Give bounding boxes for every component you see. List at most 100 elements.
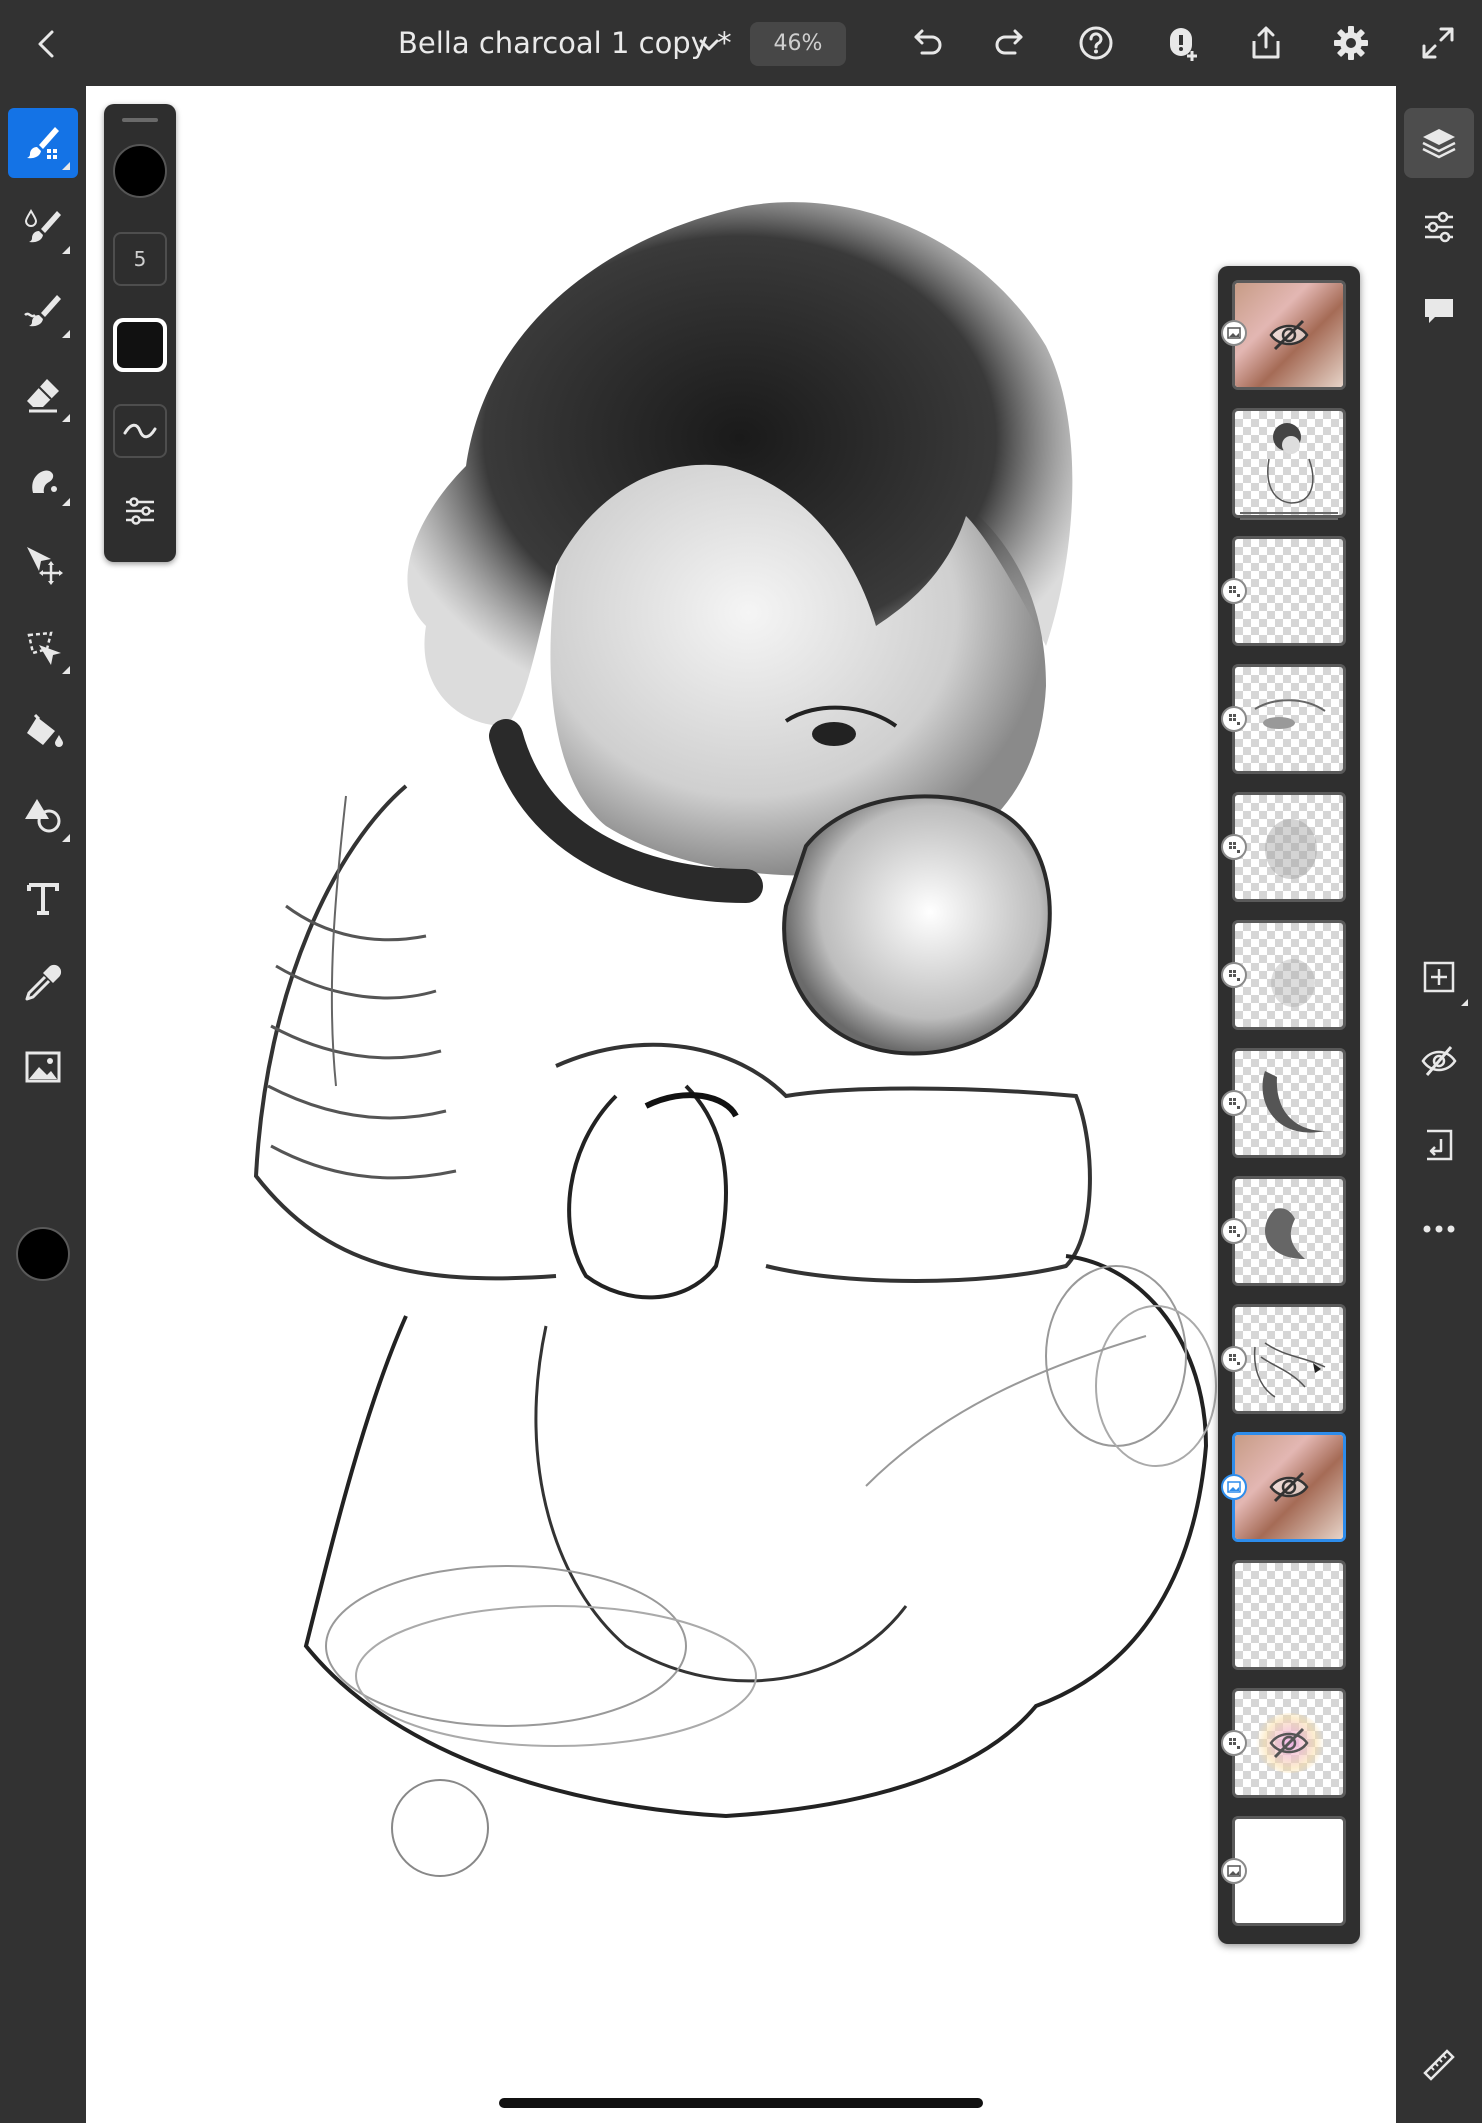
eraser-icon (27, 379, 59, 413)
panel-grip[interactable] (122, 118, 158, 122)
pixel-layer-icon (1221, 578, 1247, 604)
layers-button[interactable] (1404, 108, 1474, 178)
liquify-tool[interactable] (8, 444, 78, 514)
image-tool[interactable] (8, 1032, 78, 1102)
brush-options-panel: 5 (104, 104, 176, 562)
brush-size-value[interactable]: 5 (113, 232, 167, 286)
adjustments-button[interactable] (1404, 192, 1474, 262)
smoothing-wave-icon (123, 423, 157, 439)
merge-down-icon (1427, 1129, 1453, 1161)
help-icon (1079, 26, 1113, 60)
layer-thumbnail[interactable] (1232, 1048, 1346, 1158)
pixel-layer-icon (1221, 706, 1247, 732)
chevron-left-icon (38, 30, 54, 58)
comment-icon (1425, 299, 1453, 323)
liquify-icon (32, 470, 57, 493)
paint-brush-tool[interactable] (8, 192, 78, 262)
fill-icon (27, 713, 63, 747)
layer-thumbnail-background[interactable] (1232, 1816, 1346, 1926)
shape-icon (25, 799, 61, 833)
layers-icon (1422, 129, 1456, 159)
fullscreen-button[interactable] (1416, 21, 1460, 65)
brush-size-preview[interactable] (113, 144, 167, 198)
brush-select-icon (27, 127, 59, 159)
paint-brush-icon (24, 209, 61, 243)
layer-thumbnail[interactable] (1232, 920, 1346, 1030)
lasso-tool[interactable] (8, 612, 78, 682)
eraser-tool[interactable] (8, 360, 78, 430)
document-menu-button[interactable] (694, 30, 724, 60)
layer-thumbnail[interactable] (1232, 280, 1346, 390)
top-bar: Bella charcoal 1 copy * 46% (0, 0, 1482, 86)
pixel-layer-icon (1221, 1218, 1247, 1244)
comments-button[interactable] (1404, 276, 1474, 346)
layer-thumbnail[interactable] (1232, 408, 1346, 518)
chevron-down-icon (699, 39, 719, 51)
layer-thumbnail[interactable] (1232, 1176, 1346, 1286)
settings-button[interactable] (1329, 21, 1373, 65)
pixel-layer-icon (1221, 834, 1247, 860)
add-user-icon (1170, 28, 1197, 61)
gear-icon (1334, 26, 1368, 60)
document-title[interactable]: Bella charcoal 1 copy * (398, 26, 732, 60)
redo-button[interactable] (989, 21, 1033, 65)
home-indicator[interactable] (499, 2098, 983, 2108)
layer-thumbnail-selected[interactable] (1232, 1432, 1346, 1542)
text-icon (27, 883, 59, 915)
move-tool[interactable] (8, 528, 78, 598)
brush-settings-button[interactable] (113, 484, 167, 538)
right-toolbar (1396, 86, 1482, 2123)
merge-layer-button[interactable] (1404, 1110, 1474, 1180)
hide-layer-button[interactable] (1404, 1026, 1474, 1096)
text-tool[interactable] (8, 864, 78, 934)
layer-thumbnail[interactable] (1232, 664, 1346, 774)
image-icon (25, 1051, 61, 1083)
eye-off-icon (1269, 319, 1309, 351)
layer-thumbnail[interactable] (1232, 792, 1346, 902)
invite-button[interactable] (1159, 21, 1203, 65)
undo-button[interactable] (904, 21, 948, 65)
layer-thumbnail[interactable] (1232, 536, 1346, 646)
expand-icon (1422, 27, 1454, 59)
pixel-layer-icon (1221, 1730, 1247, 1756)
share-icon (1252, 26, 1280, 59)
layer-thumbnail[interactable] (1232, 1560, 1346, 1670)
shape-tool[interactable] (8, 780, 78, 850)
add-layer-icon (1423, 961, 1455, 993)
more-options-button[interactable] (1404, 1194, 1474, 1264)
layer-thumbnail[interactable] (1232, 1304, 1346, 1414)
ruler-button[interactable] (1404, 2030, 1474, 2100)
help-button[interactable] (1074, 21, 1118, 65)
layers-panel (1218, 266, 1360, 1944)
image-layer-icon (1221, 1474, 1247, 1500)
eyedropper-tool[interactable] (8, 948, 78, 1018)
zoom-level[interactable]: 46% (750, 22, 846, 66)
eyedropper-icon (25, 964, 62, 1001)
lasso-icon (27, 631, 61, 665)
sliders-icon (1425, 211, 1453, 243)
current-color-swatch[interactable] (16, 1227, 70, 1281)
eye-off-icon (1421, 1046, 1457, 1076)
brush-select-tool[interactable] (8, 108, 78, 178)
redo-icon (995, 29, 1023, 55)
fill-tool[interactable] (8, 696, 78, 766)
share-button[interactable] (1244, 21, 1288, 65)
smudge-icon (24, 295, 61, 327)
add-layer-button[interactable] (1404, 942, 1474, 1012)
image-layer-icon (1221, 1858, 1247, 1884)
brush-smoothing-button[interactable] (113, 404, 167, 458)
pixel-layer-icon (1221, 1346, 1247, 1372)
image-layer-icon (1221, 320, 1247, 346)
artwork-drawing (253, 202, 1217, 1877)
layer-thumbnail[interactable] (1232, 1688, 1346, 1798)
move-icon (27, 547, 63, 585)
eye-off-icon (1269, 1471, 1309, 1503)
undo-icon (914, 29, 942, 55)
brush-color-swatch[interactable] (113, 318, 167, 372)
pixel-layer-icon (1221, 1090, 1247, 1116)
ruler-icon (1423, 2049, 1455, 2081)
drawing-canvas[interactable] (86, 86, 1396, 2123)
smudge-tool[interactable] (8, 276, 78, 346)
sliders-icon (126, 497, 154, 525)
back-button[interactable] (28, 24, 68, 64)
